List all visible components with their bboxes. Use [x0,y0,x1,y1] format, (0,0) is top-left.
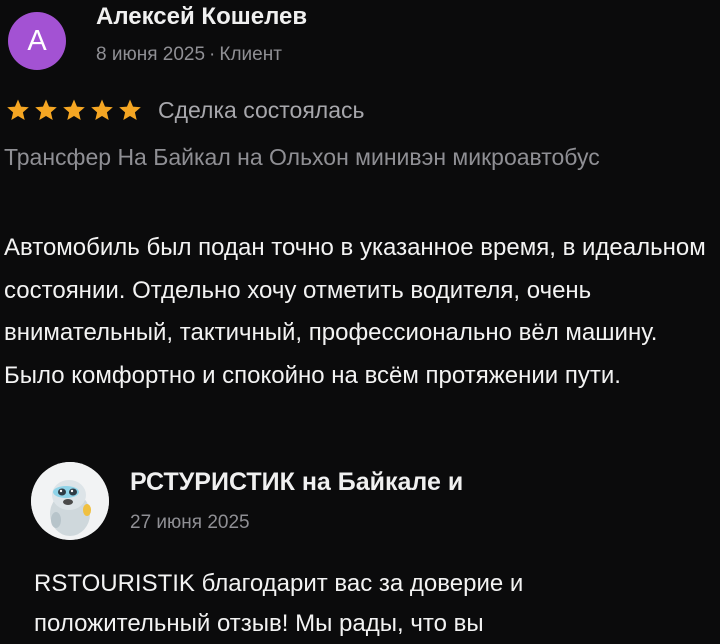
star-icon [35,99,57,120]
author-name[interactable]: Алексей Кошелев [96,3,307,31]
review-date: 8 июня 2025 [96,44,206,65]
star-icon [63,99,85,120]
review-card: А Алексей Кошелев 8 июня 2025 · Клиент Сде… [0,0,720,640]
author-avatar[interactable]: А [8,12,66,70]
review-text: Автомобиль был подан точно в указанное в… [4,234,706,389]
author-role: Клиент [219,44,282,65]
review-meta: 8 июня 2025 · Клиент [96,44,282,66]
reply-date: 27 июня 2025 [130,512,250,533]
seal-icon [31,462,109,540]
reply-text: RSTOURISTIK благодарит вас за доверие и … [34,570,524,637]
star-rating [6,98,142,122]
seal-mascot-avatar[interactable] [31,462,109,540]
star-icon [91,99,113,120]
meta-separator: · [209,44,216,65]
reply-author-name[interactable]: РСТУРИСТИК на Байкале и [130,468,463,497]
trip-title[interactable]: Трансфер На Байкал на Ольхон минивэн мик… [4,140,704,174]
star-icon [119,99,141,120]
owner-reply: РСТУРИСТИК на Байкале и 27 июня 2025 RST… [0,460,720,640]
rating-row: Сделка состоялась [6,94,365,126]
star-icon [7,99,29,120]
deal-status: Сделка состоялась [158,96,365,123]
